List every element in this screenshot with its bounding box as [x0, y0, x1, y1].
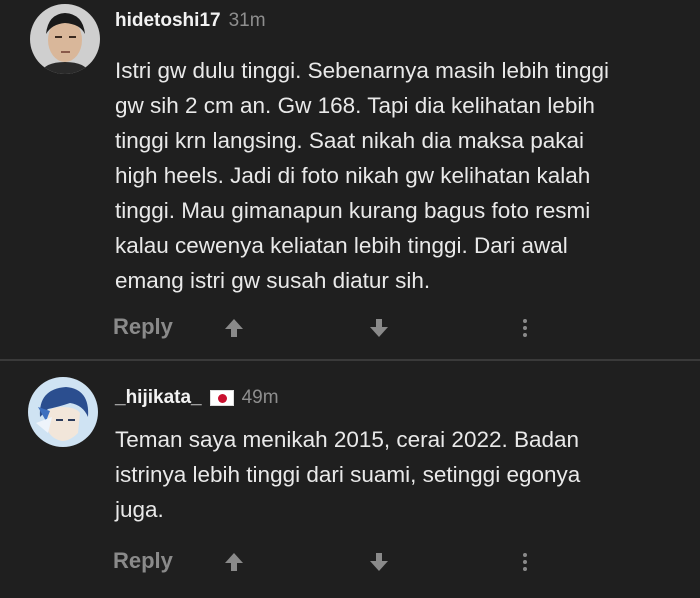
comment: hidetoshi17 31m Istri gw dulu tinggi. Se… [0, 0, 700, 360]
comment-text: Teman saya menikah 2015, cerai 2022. Bad… [115, 427, 581, 522]
avatar[interactable] [28, 377, 98, 447]
comment-header: hidetoshi17 31m [115, 6, 266, 36]
reply-button[interactable]: Reply [113, 548, 173, 574]
username[interactable]: hidetoshi17 [115, 10, 221, 32]
user-photo-avatar-icon [30, 4, 100, 74]
avatar[interactable] [30, 4, 100, 74]
more-vertical-icon[interactable] [513, 316, 537, 340]
comment-text: Istri gw dulu tinggi. Sebenarnya masih l… [115, 58, 610, 293]
reply-button[interactable]: Reply [113, 314, 173, 340]
comment: _hijikata_ 49m Teman saya menikah 2015, … [0, 361, 700, 598]
comment-actions: Reply [0, 542, 700, 582]
arrow-down-icon[interactable] [367, 316, 391, 340]
more-vertical-icon[interactable] [513, 550, 537, 574]
comment-actions: Reply [0, 308, 700, 348]
arrow-up-icon[interactable] [222, 550, 246, 574]
timestamp: 49m [241, 387, 279, 408]
arrow-down-icon[interactable] [367, 550, 391, 574]
anime-avatar-icon [28, 377, 98, 447]
timestamp: 31m [228, 10, 266, 31]
username[interactable]: _hijikata_ [115, 387, 202, 409]
japan-flag-icon [209, 390, 234, 406]
comment-header: _hijikata_ 49m [115, 383, 279, 413]
arrow-up-icon[interactable] [222, 316, 246, 340]
